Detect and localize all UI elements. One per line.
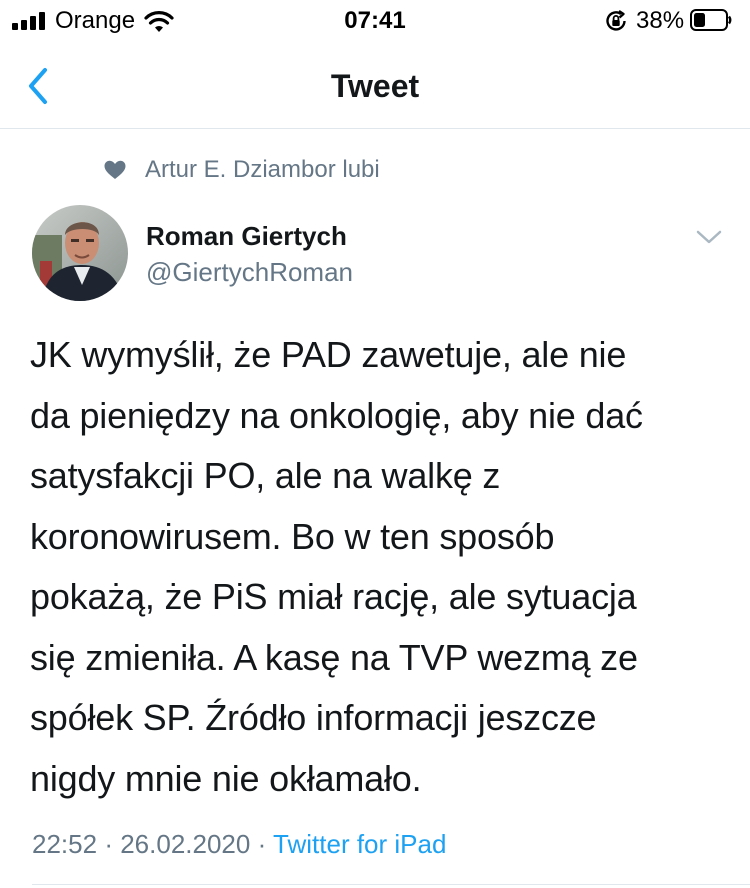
status-bar: Orange 07:41 38%	[0, 0, 750, 44]
tweet-line: satysfakcji PO, ale na walkę z	[30, 455, 501, 496]
tweet-line: spółek SP. Źródło informacji jeszcze	[30, 697, 597, 738]
avatar[interactable]	[32, 205, 128, 301]
tweet-line: da pieniędzy na onkologię, aby nie dać	[30, 394, 643, 436]
tweet-line: JK wymyślił, że PAD zawetuje, ale nie	[30, 334, 627, 375]
social-context-label: Artur E. Dziambor lubi	[145, 156, 380, 183]
tweet-line: się zmieniła. A kasę na TVP wezmą ze	[30, 636, 638, 678]
author-name[interactable]: Roman Giertych	[146, 220, 347, 252]
tweet-line: koronowirusem. Bo w ten sposób	[30, 515, 555, 557]
battery-percent: 38%	[636, 7, 685, 34]
tweet-meta: 22:52 · 26.02.2020 · Twitter for iPad	[32, 826, 446, 862]
tweet-line: nigdy mnie nie okłamało.	[30, 757, 422, 799]
rotation-lock-icon	[606, 10, 626, 31]
navigation-bar: Tweet	[0, 44, 750, 129]
heart-icon	[104, 160, 126, 179]
tweet-time: 22:52	[32, 829, 98, 859]
tweet-text: JK wymyślił, że PAD zawetuje, ale nie da…	[30, 325, 730, 809]
tweet-date: 26.02.2020	[120, 829, 251, 859]
author-handle[interactable]: @GiertychRoman	[146, 256, 353, 288]
tweet-line: pokażą, że PiS miał rację, ale sytuacja	[30, 576, 637, 617]
tweet-source-link[interactable]: Twitter for iPad	[273, 829, 446, 859]
divider	[32, 884, 750, 885]
battery-icon	[690, 9, 732, 31]
chevron-down-icon[interactable]	[694, 225, 724, 249]
meta-separator: ·	[257, 829, 267, 859]
page-title: Tweet	[330, 68, 420, 104]
social-context[interactable]: Artur E. Dziambor lubi	[103, 152, 380, 188]
meta-separator: ·	[104, 829, 113, 859]
